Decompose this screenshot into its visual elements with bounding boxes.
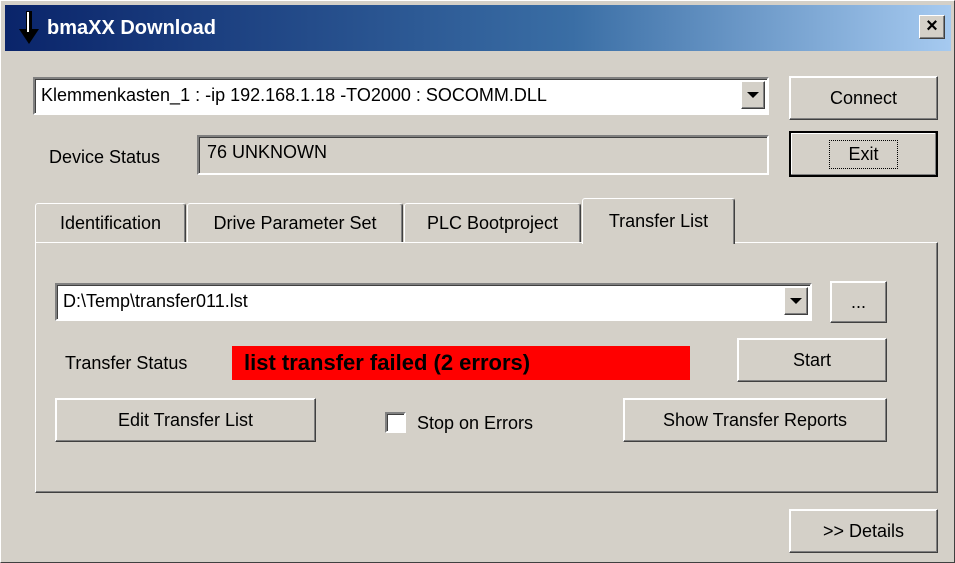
stop-on-errors-checkbox[interactable] [385,412,406,433]
show-transfer-reports-label: Show Transfer Reports [662,409,848,430]
details-button-label: >> Details [822,520,905,541]
transfer-file-dropdown-button[interactable] [784,287,808,315]
connection-value: Klemmenkasten_1 : -ip 192.168.1.18 -TO20… [41,85,547,105]
browse-button[interactable]: ... [830,281,887,323]
tab-identification-label: Identification [59,213,162,233]
tab-identification[interactable]: Identification [35,203,186,243]
app-window: bmaXX Download × Klemmenkasten_1 : -ip 1… [0,0,955,563]
transfer-file-value: D:\Temp\transfer011.lst [63,291,248,311]
transfer-status-label: Transfer Status [65,353,188,373]
exit-button[interactable]: Exit [789,131,938,177]
show-transfer-reports-button[interactable]: Show Transfer Reports [623,398,887,442]
tab-drive-parameter-set[interactable]: Drive Parameter Set [187,203,403,243]
connection-select[interactable]: Klemmenkasten_1 : -ip 192.168.1.18 -TO20… [33,77,769,115]
exit-button-label: Exit [829,139,898,169]
start-button[interactable]: Start [737,338,887,382]
connect-button[interactable]: Connect [789,76,938,120]
tab-transfer-list[interactable]: Transfer List [582,198,735,244]
chevron-down-icon [790,298,802,304]
device-status-value: 76 UNKNOWN [207,142,328,162]
transfer-file-select[interactable]: D:\Temp\transfer011.lst [55,283,812,321]
download-arrow-icon [19,11,39,44]
edit-transfer-list-button[interactable]: Edit Transfer List [55,398,316,442]
device-status-label: Device Status [49,147,161,167]
connect-button-label: Connect [829,87,898,108]
edit-transfer-list-label: Edit Transfer List [117,409,254,430]
browse-button-label: ... [850,291,866,312]
title-bar[interactable]: bmaXX Download × [5,5,951,51]
close-button[interactable]: × [919,15,945,39]
details-button[interactable]: >> Details [789,509,938,553]
stop-on-errors-label[interactable]: Stop on Errors [417,413,533,434]
device-status-field: 76 UNKNOWN [197,135,769,175]
tab-plc-bootproject-label: PLC Bootproject [426,213,559,233]
tab-transfer-list-label: Transfer List [608,211,709,231]
tab-drive-parameter-set-label: Drive Parameter Set [213,213,377,233]
transfer-status-value: list transfer failed (2 errors) [232,346,690,380]
connection-dropdown-button[interactable] [741,81,765,109]
chevron-down-icon [747,92,759,98]
tab-plc-bootproject[interactable]: PLC Bootproject [404,203,581,243]
start-button-label: Start [792,349,831,370]
window-title: bmaXX Download [47,17,216,39]
